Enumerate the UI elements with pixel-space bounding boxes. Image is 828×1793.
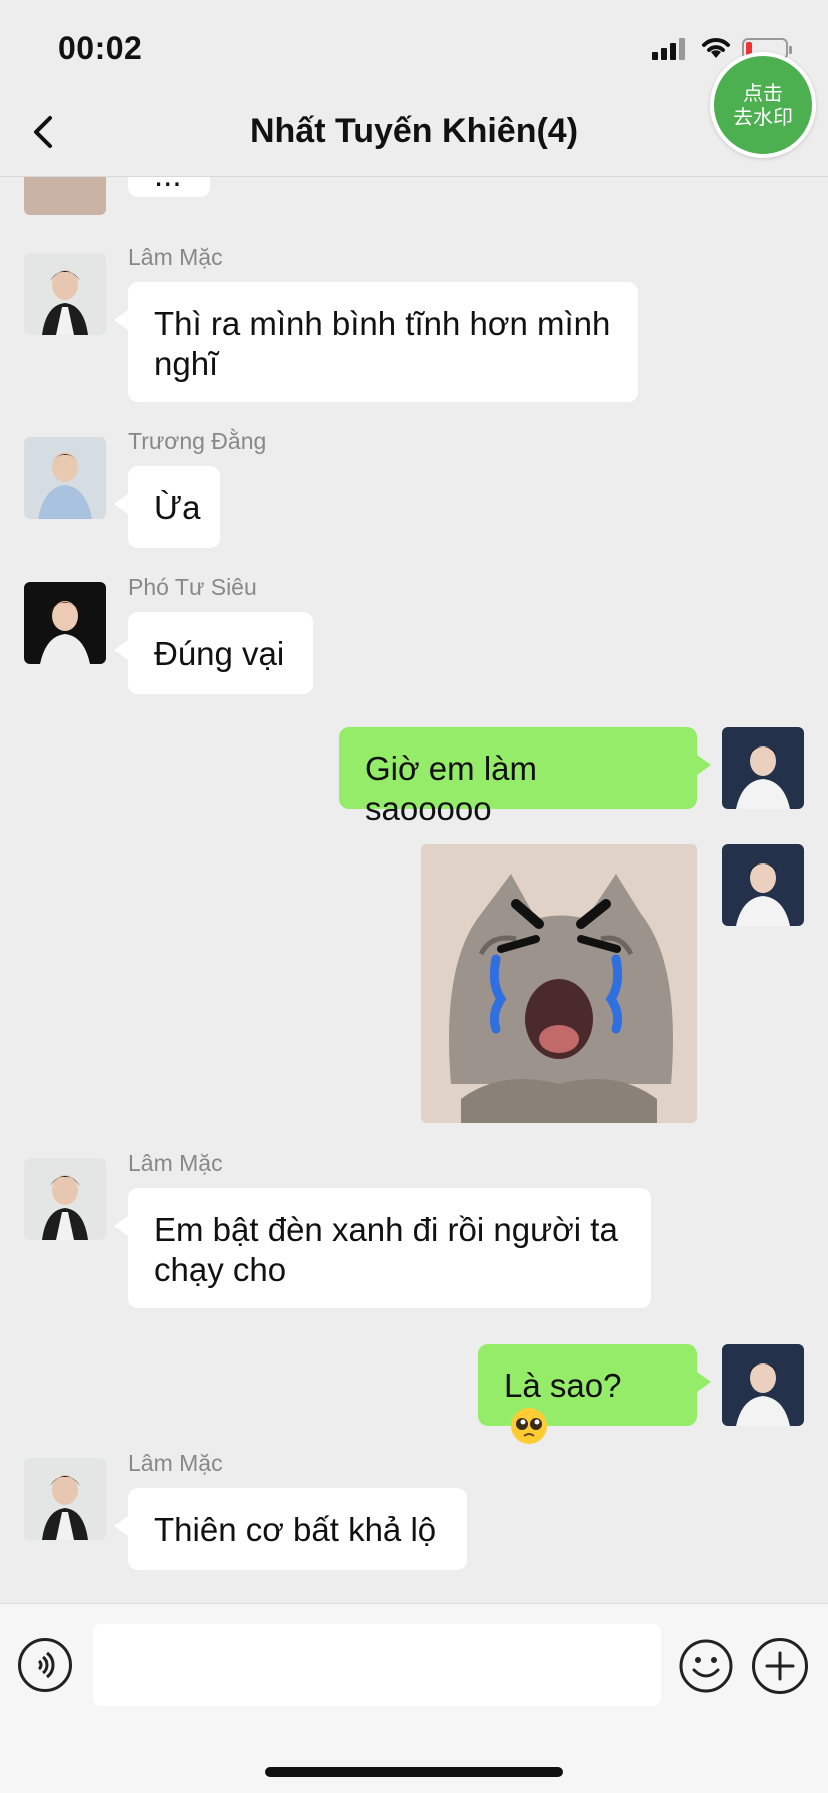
- signal-icon: [652, 38, 685, 60]
- avatar-self[interactable]: [722, 1344, 804, 1426]
- message-bubble[interactable]: Đúng vại: [114, 612, 313, 694]
- chat-header: Nhất Tuyến Khiên(4): [0, 88, 828, 177]
- avatar[interactable]: [24, 1158, 106, 1240]
- message-bubble[interactable]: Ừa: [114, 466, 220, 548]
- watermark-button-line2: 去水印: [733, 105, 793, 129]
- message-text: Giờ em làm saooooo: [365, 750, 537, 827]
- message-text: Ừa: [154, 489, 201, 526]
- message-input[interactable]: [93, 1624, 661, 1706]
- watermark-button-line1: 点击: [743, 81, 783, 105]
- message-bubble[interactable]: Thiên cơ bất khả lộ: [114, 1488, 467, 1570]
- home-indicator[interactable]: [265, 1767, 563, 1777]
- chat-title: Nhất Tuyến Khiên(4): [249, 112, 579, 150]
- sender-name: Lâm Mặc: [128, 1150, 223, 1176]
- message-text: Đúng vại: [154, 635, 285, 672]
- message-bubble-outgoing[interactable]: Giờ em làm saooooo: [339, 727, 711, 827]
- crying-cat-sticker[interactable]: [421, 844, 697, 1123]
- message-bubble[interactable]: Em bật đèn xanh đi rồi người ta chạy cho: [114, 1188, 651, 1308]
- avatar[interactable]: [24, 253, 106, 335]
- avatar[interactable]: [24, 177, 106, 215]
- wifi-icon: [702, 38, 730, 58]
- smiley-icon[interactable]: [678, 1638, 734, 1694]
- remove-watermark-button[interactable]: 点击 去水印: [710, 52, 816, 158]
- message-list[interactable]: ... Lâm Mặc Thì ra mình bình tĩnh hơn mì…: [0, 177, 828, 1603]
- message-text: Là sao?: [504, 1367, 622, 1404]
- avatar-self[interactable]: [722, 844, 804, 926]
- sender-name: Lâm Mặc: [128, 244, 223, 270]
- avatar[interactable]: [24, 437, 106, 519]
- avatar-self[interactable]: [722, 727, 804, 809]
- message-text: Thì ra mình bình tĩnh hơn mình nghĩ: [154, 305, 611, 382]
- sender-name: Phó Tư Siêu: [128, 574, 257, 600]
- avatar[interactable]: [24, 582, 106, 664]
- message-text: ...: [154, 177, 182, 193]
- message-text: Em bật đèn xanh đi rồi người ta chạy cho: [154, 1211, 618, 1288]
- avatar[interactable]: [24, 1458, 106, 1540]
- message-text: Thiên cơ bất khả lộ: [154, 1511, 437, 1548]
- sender-name: Trương Đằng: [128, 428, 267, 454]
- status-time: 00:02: [58, 30, 143, 66]
- message-bubble[interactable]: ...: [128, 177, 210, 197]
- voice-icon[interactable]: [18, 1638, 72, 1692]
- plus-icon[interactable]: [752, 1638, 808, 1694]
- message-bubble-outgoing[interactable]: Là sao?: [478, 1344, 711, 1444]
- status-bar: 00:02: [0, 0, 828, 88]
- input-bar: [0, 1603, 828, 1793]
- sender-name: Lâm Mặc: [128, 1450, 223, 1476]
- message-bubble[interactable]: Thì ra mình bình tĩnh hơn mình nghĩ: [114, 282, 638, 402]
- pleading-face-emoji: [511, 1408, 547, 1444]
